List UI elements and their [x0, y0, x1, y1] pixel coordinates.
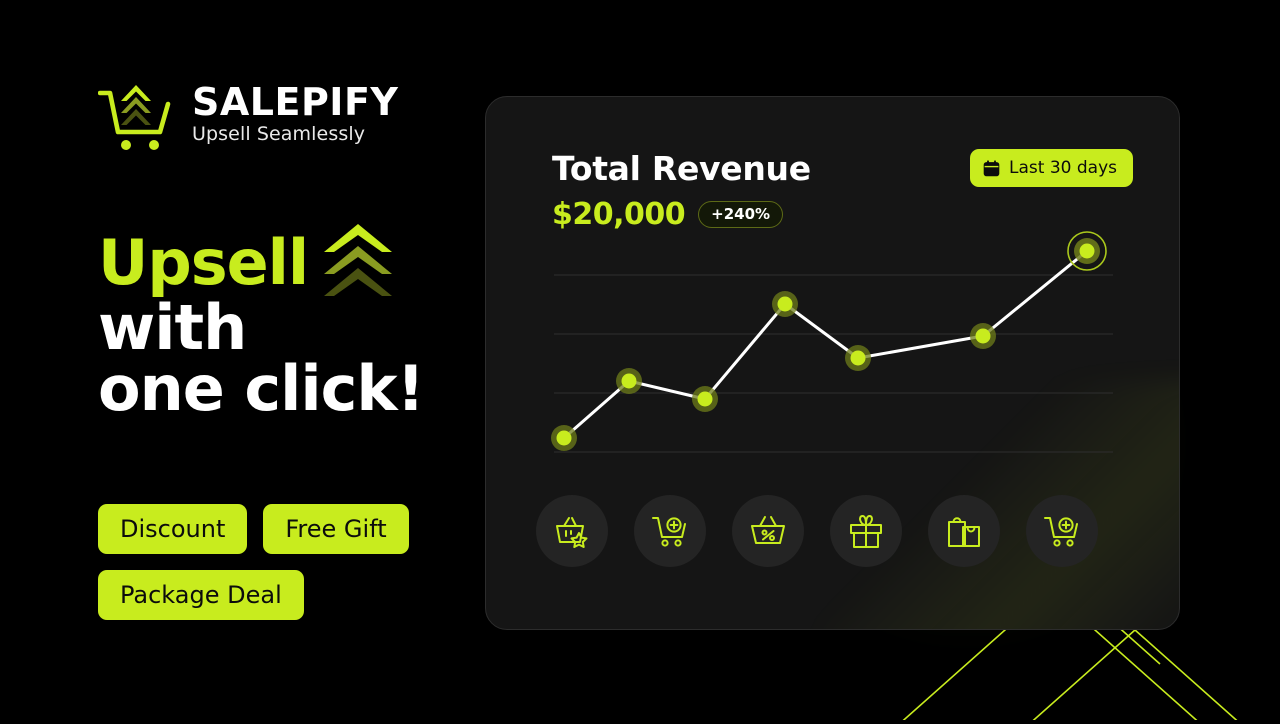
chart-gridlines [554, 274, 1113, 453]
basket-star-icon[interactable] [536, 495, 608, 567]
headline-line-1: Upsell [98, 225, 309, 299]
headline-line-3: one click! [98, 351, 425, 425]
cart-plus-icon[interactable] [1026, 495, 1098, 567]
tag-free-gift[interactable]: Free Gift [263, 504, 409, 554]
shopping-cart-chevrons-icon [97, 72, 176, 156]
tag-package-deal[interactable]: Package Deal [98, 570, 304, 620]
gift-box-icon[interactable] [830, 495, 902, 567]
revenue-card: Total Revenue $20,000 +240% Last 30 days [485, 96, 1180, 630]
chart-points [551, 291, 996, 451]
shopping-bags-icon[interactable] [928, 495, 1000, 567]
left-panel: SALEPIFY Upsell Seamlessly Upsell with o… [0, 0, 470, 720]
triple-chevron-up-icon [322, 222, 394, 298]
headline: Upsell with one click! [98, 224, 458, 425]
chart-point-highlight [1067, 231, 1107, 271]
chart-line [562, 249, 1089, 440]
basket-percent-icon[interactable] [732, 495, 804, 567]
upsell-icon-row [536, 495, 1098, 567]
feature-tags: Discount Free Gift Package Deal [98, 504, 448, 620]
headline-line-2: with [98, 291, 247, 364]
brand-name: SALEPIFY [192, 79, 399, 124]
brand-tagline: Upsell Seamlessly [192, 123, 366, 146]
brand-logo: SALEPIFY Upsell Seamlessly [97, 72, 399, 156]
cart-plus-icon[interactable] [634, 495, 706, 567]
tag-discount[interactable]: Discount [98, 504, 248, 554]
